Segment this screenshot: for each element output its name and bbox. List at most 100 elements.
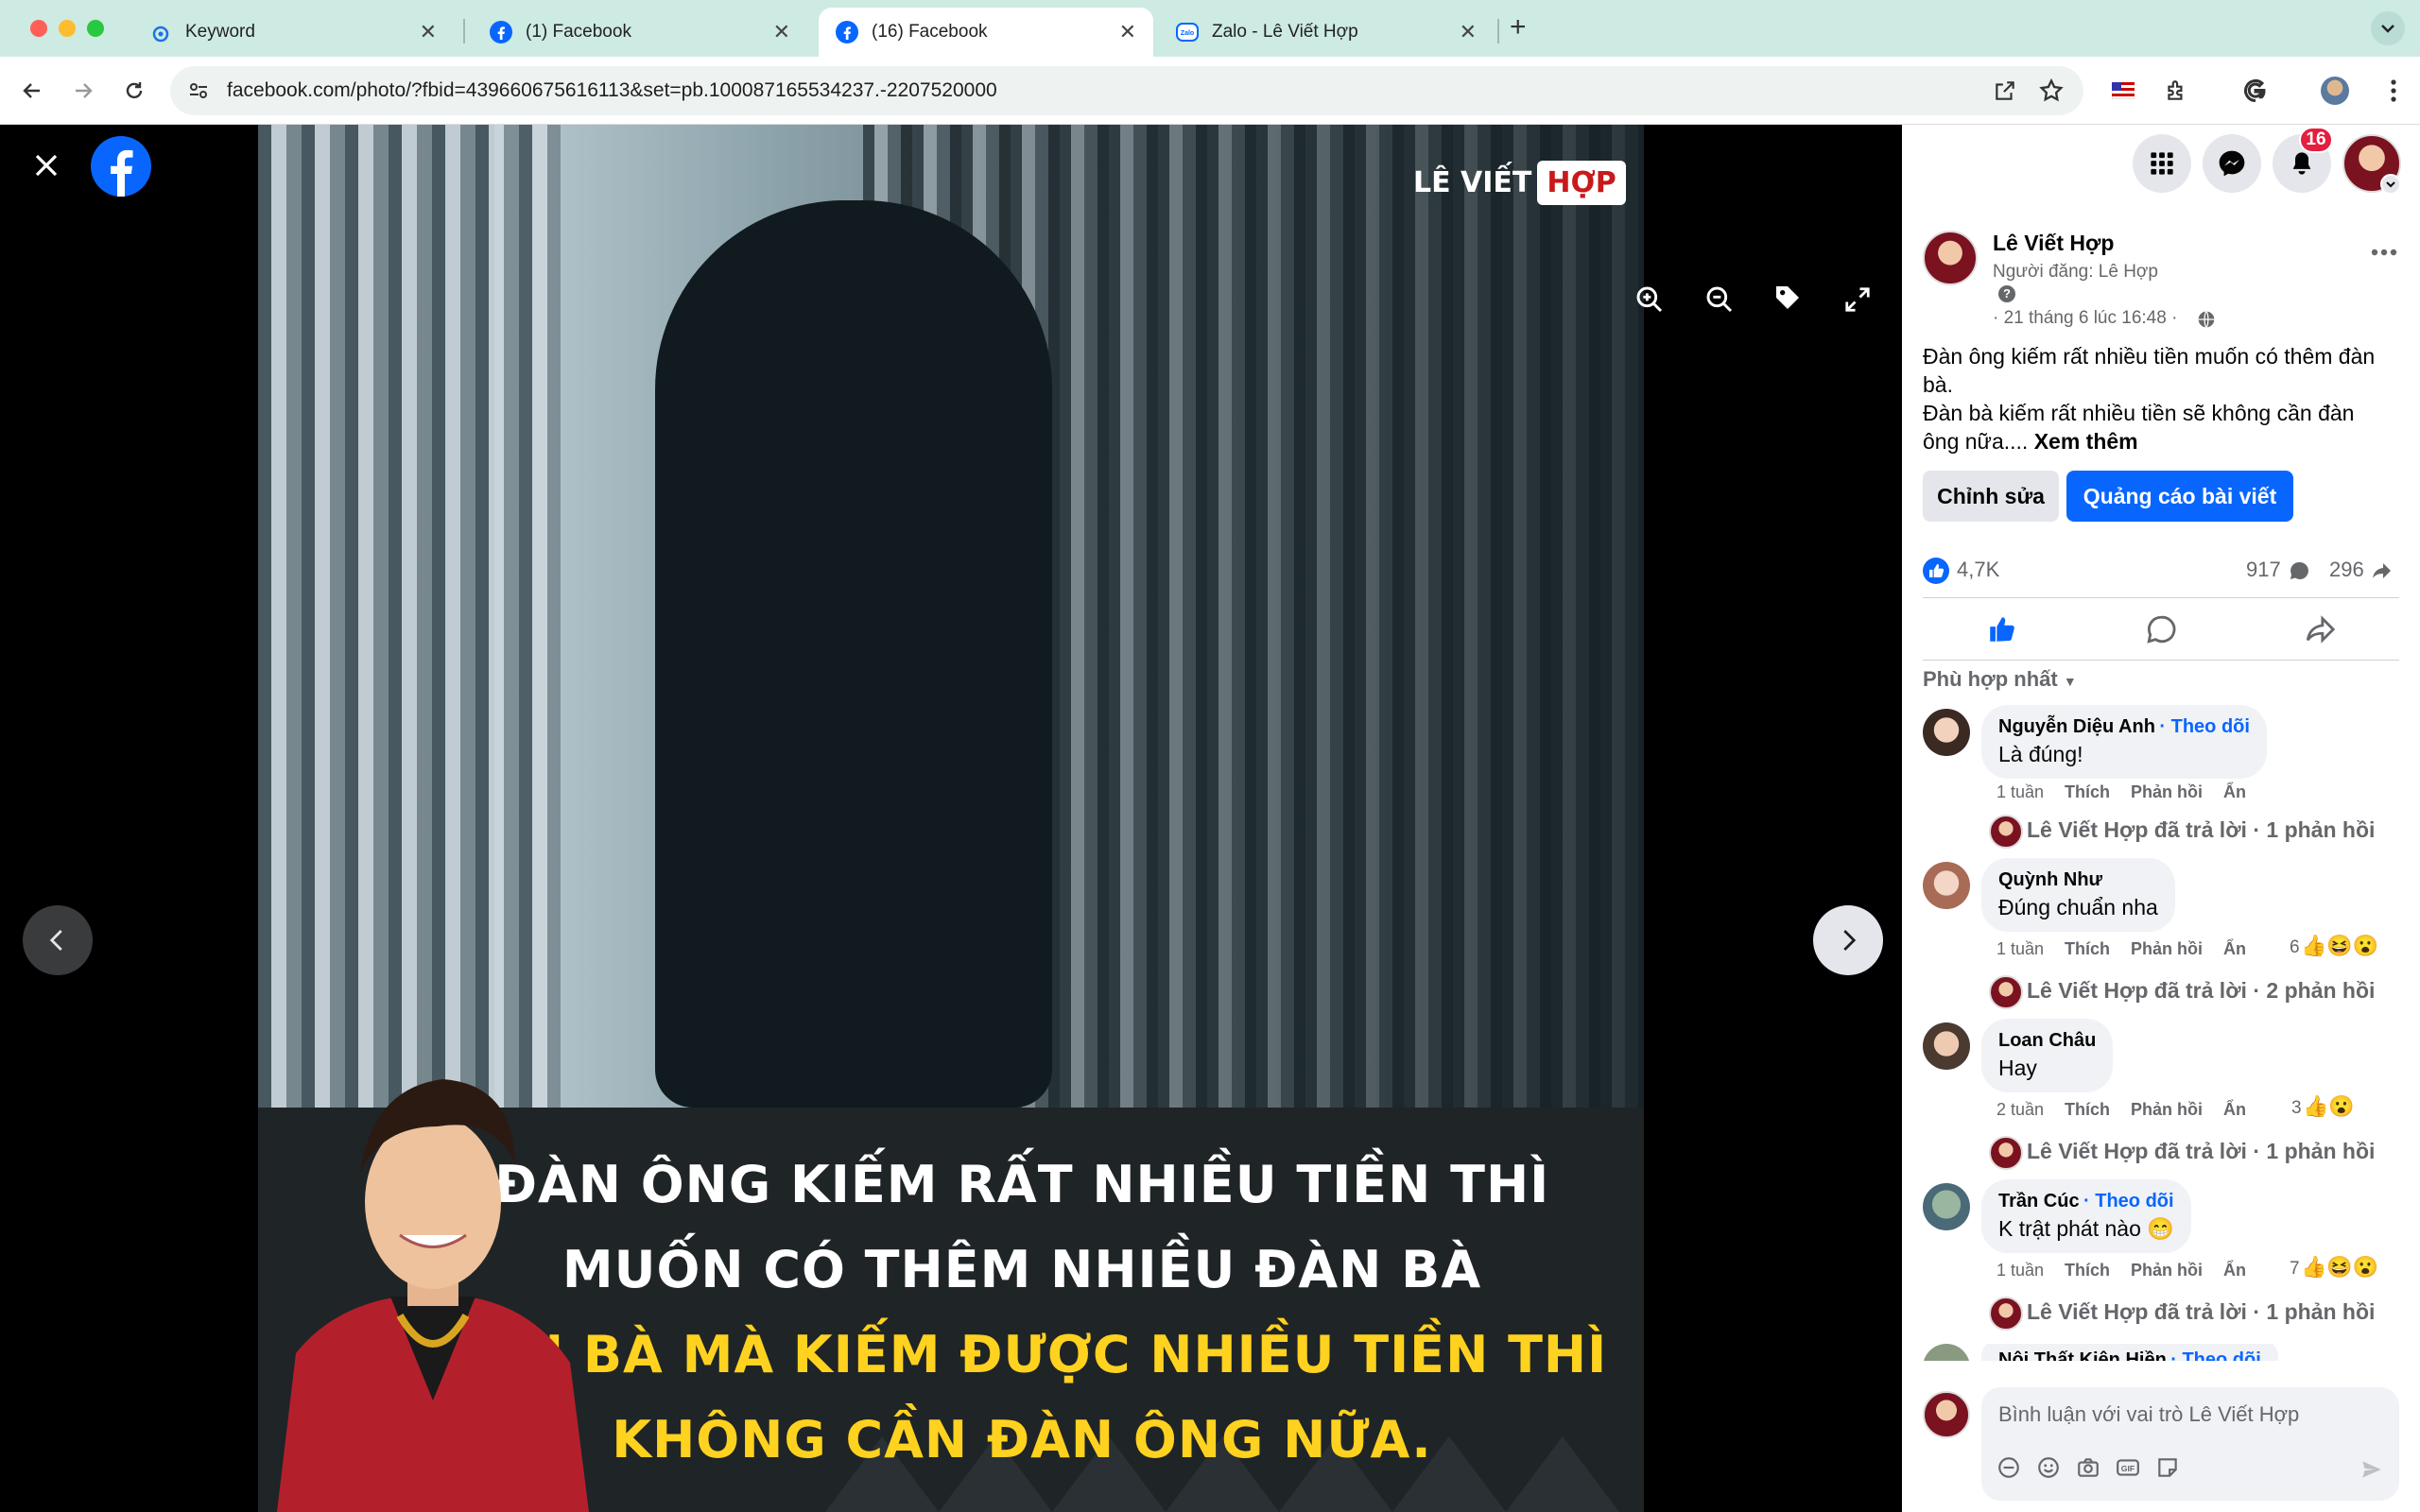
comment-input-placeholder[interactable]: Bình luận với vai trò Lê Viết Hợp bbox=[1998, 1402, 2299, 1427]
share-button[interactable] bbox=[2240, 603, 2399, 656]
gif-icon[interactable]: GIF bbox=[2116, 1455, 2140, 1480]
curtain-left bbox=[258, 125, 561, 1108]
address-bar[interactable]: facebook.com/photo/?fbid=439660675616113… bbox=[170, 66, 2083, 115]
close-icon bbox=[35, 154, 58, 177]
like-icon: 👍 bbox=[2301, 934, 2327, 957]
camera-icon[interactable] bbox=[2076, 1455, 2100, 1480]
open-in-app-icon[interactable] bbox=[1993, 78, 2017, 103]
commenter-name[interactable]: Quỳnh Như bbox=[1998, 869, 2102, 890]
minimize-window-button[interactable] bbox=[59, 20, 76, 37]
google-icon[interactable] bbox=[2238, 74, 2273, 108]
profile-avatar-icon[interactable] bbox=[2318, 74, 2352, 108]
close-tab-icon[interactable]: ✕ bbox=[420, 20, 437, 44]
commenter-avatar[interactable] bbox=[1923, 709, 1970, 756]
share-count[interactable]: 296 bbox=[2329, 558, 2364, 582]
next-photo-button[interactable] bbox=[1813, 905, 1883, 975]
comment-like-link[interactable]: Thích bbox=[2065, 1261, 2110, 1280]
emoji-icon[interactable] bbox=[2036, 1455, 2061, 1480]
close-tab-icon[interactable]: ✕ bbox=[1460, 20, 1477, 44]
commenter-avatar[interactable] bbox=[1923, 1183, 1970, 1230]
composer-avatar[interactable] bbox=[1923, 1391, 1970, 1438]
menu-grid-button[interactable] bbox=[2133, 134, 2191, 193]
follow-link[interactable]: · Theo dõi bbox=[2083, 1191, 2174, 1211]
messenger-button[interactable] bbox=[2203, 134, 2261, 193]
comment-reply-link[interactable]: Phản hồi bbox=[2131, 1261, 2203, 1280]
comment-reaction-count[interactable]: 6 bbox=[2290, 937, 2300, 958]
like-button[interactable] bbox=[1923, 603, 2082, 656]
commenter-name[interactable]: Nguyễn Diệu Anh bbox=[1998, 716, 2155, 737]
comment-like-link[interactable]: Thích bbox=[2065, 782, 2110, 801]
author-avatar[interactable] bbox=[1923, 231, 1978, 285]
comment-reaction-count[interactable]: 3 bbox=[2291, 1098, 2302, 1119]
tab-facebook-16[interactable]: (16) Facebook ✕ bbox=[819, 8, 1153, 57]
close-tab-icon[interactable]: ✕ bbox=[1119, 20, 1136, 44]
comment-like-link[interactable]: Thích bbox=[2065, 939, 2110, 958]
back-button[interactable] bbox=[15, 74, 49, 108]
comment-reply-link[interactable]: Phản hồi bbox=[2131, 1100, 2203, 1119]
new-tab-button[interactable]: + bbox=[1510, 11, 1527, 43]
comment-hide-link[interactable]: Ẩn bbox=[2223, 939, 2246, 958]
browser-menu-icon[interactable] bbox=[2377, 74, 2411, 108]
site-settings-icon[interactable] bbox=[187, 79, 210, 102]
help-icon[interactable]: ? bbox=[1998, 285, 2015, 302]
view-replies-link[interactable]: Lê Viết Hợp đã trả lời · 2 phản hồi bbox=[2027, 978, 2375, 1004]
comment-reply-link[interactable]: Phản hồi bbox=[2131, 939, 2203, 958]
close-window-button[interactable] bbox=[30, 20, 47, 37]
follow-link[interactable]: · Theo dõi bbox=[2159, 716, 2250, 737]
send-icon[interactable] bbox=[2360, 1457, 2384, 1482]
comment-bubble: Quỳnh Như Đúng chuẩn nha bbox=[1981, 858, 2175, 932]
close-viewer-button[interactable] bbox=[32, 146, 60, 185]
post-options-button[interactable] bbox=[2365, 238, 2403, 266]
extension-flag-icon[interactable] bbox=[2106, 74, 2140, 108]
account-menu-button[interactable] bbox=[2380, 174, 2401, 195]
comment-sort-dropdown[interactable]: Phù hợp nhất ▼ bbox=[1923, 667, 2077, 692]
forward-button[interactable] bbox=[66, 74, 100, 108]
brand-name-part1: LÊ VIẾT bbox=[1413, 166, 1532, 199]
post-text-line-3: Đàn bà kiếm rất nhiều tiền sẽ không cần … bbox=[1923, 401, 2355, 425]
commenter-avatar[interactable] bbox=[1923, 1344, 1970, 1361]
avatar-sticker-icon[interactable] bbox=[1996, 1455, 2021, 1480]
follow-link[interactable]: · Theo dõi bbox=[2170, 1349, 2261, 1361]
comment-count[interactable]: 917 bbox=[2246, 558, 2281, 582]
reload-button[interactable] bbox=[117, 74, 151, 108]
comment-hide-link[interactable]: Ẩn bbox=[2223, 1100, 2246, 1119]
view-replies-link[interactable]: Lê Viết Hợp đã trả lời · 1 phản hồi bbox=[2027, 1299, 2375, 1325]
commenter-avatar[interactable] bbox=[1923, 1022, 1970, 1070]
extensions-puzzle-icon[interactable] bbox=[2159, 74, 2193, 108]
view-replies-link[interactable]: Lê Viết Hợp đã trả lời · 1 phản hồi bbox=[2027, 817, 2375, 843]
post-date[interactable]: · 21 tháng 6 lúc 16:48 · bbox=[1993, 308, 2177, 329]
comment-button[interactable] bbox=[2082, 603, 2240, 656]
tab-keyword[interactable]: Keyword ✕ bbox=[132, 8, 454, 57]
edit-post-button[interactable]: Chỉnh sửa bbox=[1923, 471, 2059, 522]
comment-hide-link[interactable]: Ẩn bbox=[2223, 782, 2246, 801]
commenter-name[interactable]: Nội Thất Kiên Hiền bbox=[1998, 1349, 2167, 1361]
commenter-name[interactable]: Trần Cúc bbox=[1998, 1191, 2080, 1211]
previous-photo-button[interactable] bbox=[23, 905, 93, 975]
comment-hide-link[interactable]: Ẩn bbox=[2223, 1261, 2246, 1280]
comment-like-link[interactable]: Thích bbox=[2065, 1100, 2110, 1119]
tab-facebook-1[interactable]: (1) Facebook ✕ bbox=[473, 8, 807, 57]
tab-search-button[interactable] bbox=[2371, 11, 2405, 45]
view-replies-link[interactable]: Lê Viết Hợp đã trả lời · 1 phản hồi bbox=[2027, 1139, 2375, 1164]
reaction-count[interactable]: 4,7K bbox=[1957, 558, 1999, 582]
sticker-icon[interactable] bbox=[2155, 1455, 2180, 1480]
boost-post-button[interactable]: Quảng cáo bài viết bbox=[2066, 471, 2293, 522]
facebook-home-button[interactable] bbox=[91, 136, 151, 197]
bookmark-star-icon[interactable] bbox=[2038, 77, 2065, 104]
comment-composer[interactable]: Bình luận với vai trò Lê Viết Hợp GIF bbox=[1981, 1387, 2399, 1501]
tab-zalo[interactable]: Zalo Zalo - Lê Viết Hợp ✕ bbox=[1159, 8, 1494, 57]
zoom-window-button[interactable] bbox=[87, 20, 104, 37]
author-name[interactable]: Lê Viết Hợp bbox=[1993, 231, 2114, 256]
close-tab-icon[interactable]: ✕ bbox=[773, 20, 790, 44]
commenter-avatar[interactable] bbox=[1923, 862, 1970, 909]
zoom-out-button[interactable] bbox=[1700, 280, 1739, 319]
post-text-line-2: bà. bbox=[1923, 372, 1953, 397]
tag-photo-button[interactable] bbox=[1768, 278, 1807, 318]
see-more-link[interactable]: Xem thêm bbox=[2034, 429, 2138, 454]
post-photo[interactable]: ĐÀN ÔNG KIẾM RẤT NHIỀU TIỀN THÌ MUỐN CÓ … bbox=[258, 125, 1644, 1512]
zoom-in-button[interactable] bbox=[1630, 280, 1669, 319]
fullscreen-button[interactable] bbox=[1838, 280, 1877, 319]
comment-reply-link[interactable]: Phản hồi bbox=[2131, 782, 2203, 801]
comment-reaction-count[interactable]: 7 bbox=[2290, 1259, 2300, 1280]
commenter-name[interactable]: Loan Châu bbox=[1998, 1030, 2096, 1051]
